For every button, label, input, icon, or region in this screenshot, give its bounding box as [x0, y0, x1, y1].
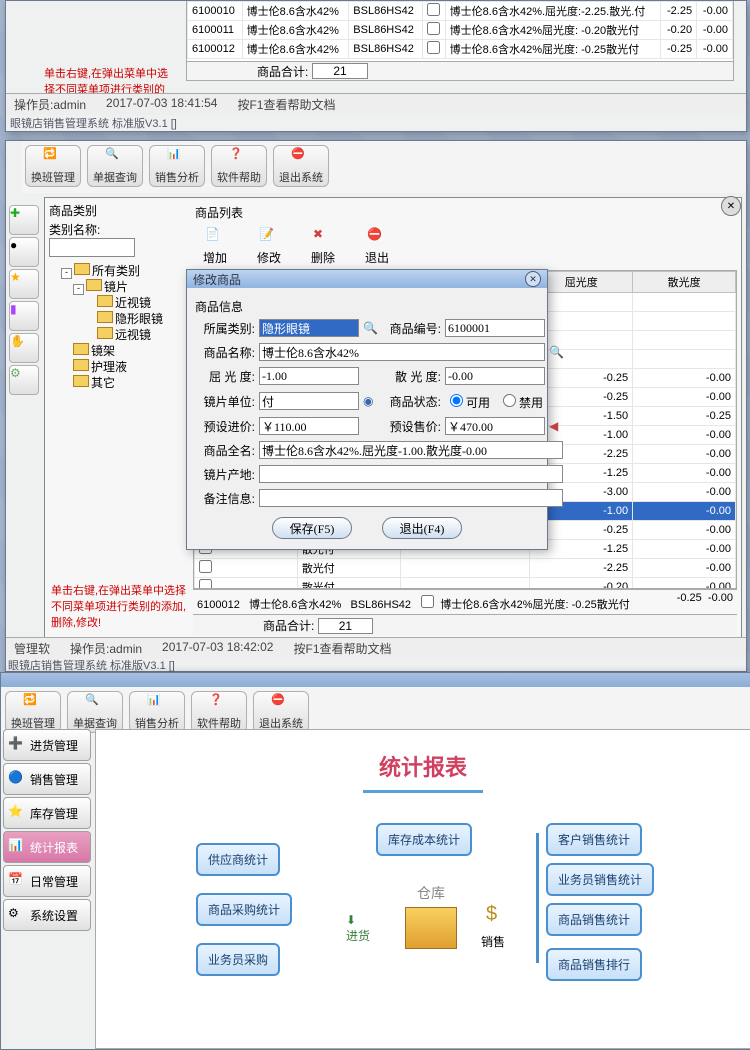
warehouse-icon [405, 907, 457, 949]
origin-field[interactable] [259, 465, 563, 483]
qgd-field[interactable] [259, 367, 359, 385]
out-price-field[interactable] [445, 417, 545, 435]
name-field[interactable] [259, 343, 545, 361]
category-section-title: 商品类别 [49, 202, 189, 219]
status-disabled-radio[interactable]: 禁用 [498, 391, 543, 411]
total-value: 21 [312, 63, 367, 79]
dialog-section: 商品信息 [195, 298, 539, 315]
toolbar-单据查询[interactable]: 🔍单据查询 [67, 691, 123, 733]
toolbar-销售分析[interactable]: 📊销售分析 [129, 691, 185, 733]
category-tree[interactable]: -所有类别 -镜片 近视镜 隐形眼镜 远视镜 镜架 护理液 其它 [49, 263, 189, 391]
sgd-field[interactable] [445, 367, 545, 385]
sidebar-item-库存管理[interactable]: ⭐库存管理 [3, 797, 91, 829]
product-grid-top: 6100010博士伦8.6含水42%BSL86HS42博士伦8.6含水42%.屈… [187, 1, 733, 59]
list-section-title: 商品列表 [193, 202, 737, 223]
sidebar-item-统计报表[interactable]: 📊统计报表 [3, 831, 91, 863]
status-enabled-radio[interactable]: 可用 [445, 391, 490, 411]
staff-sales-button[interactable]: 业务员销售统计 [546, 863, 654, 896]
save-button[interactable]: 保存(F5) [272, 517, 352, 539]
toolbar-软件帮助[interactable]: ❓软件帮助 [211, 145, 267, 187]
code-field[interactable] [445, 319, 545, 337]
tree-hint: 单击右键,在弹出菜单中选择不同菜单项进行类别的添加,删除,修改! [49, 578, 189, 634]
edit-product-dialog: 修改商品 ✕ 商品信息 所属类别: 🔍 商品编号: 商品名称: 🔍 屈 光 度:… [186, 269, 548, 550]
toolbar-退出系统[interactable]: ⛔退出系统 [273, 145, 329, 187]
customer-sales-button[interactable]: 客户销售统计 [546, 823, 642, 856]
table-row[interactable]: 散光付-2.25-0.00 [195, 559, 736, 578]
table-row[interactable]: 6100010博士伦8.6含水42%BSL86HS42博士伦8.6含水42%.屈… [188, 2, 733, 21]
dialog-exit-button[interactable]: 退出(F4) [382, 517, 462, 539]
app-title: 眼镜店销售管理系统 标准版V3.1 [] [10, 115, 177, 131]
supplier-stats-button[interactable]: 供应商统计 [196, 843, 280, 876]
sidebar-item-进货管理[interactable]: ➕进货管理 [3, 729, 91, 761]
toolbar-单据查询[interactable]: 🔍单据查询 [87, 145, 143, 187]
status-bar: 操作员:admin 2017-07-03 18:41:54 按F1查看帮助文档 [6, 93, 746, 115]
bottom-window: 🔁换班管理🔍单据查询📊销售分析❓软件帮助⛔退出系统 ➕进货管理🔵销售管理⭐库存管… [0, 672, 750, 1050]
in-price-field[interactable] [259, 417, 359, 435]
add-button[interactable]: 📄增加 [203, 227, 227, 266]
search-icon[interactable]: 🔍 [363, 321, 377, 335]
category-name-input[interactable] [49, 238, 135, 257]
toolbar-销售分析[interactable]: 📊销售分析 [149, 145, 205, 187]
side-add-icon[interactable]: ✚ [9, 205, 39, 235]
exit-button[interactable]: ⛔退出 [365, 227, 389, 266]
unit-field[interactable] [259, 392, 359, 410]
table-row[interactable]: 6100011博士伦8.6含水42%BSL86HS42博士伦8.6含水42%屈光… [188, 21, 733, 40]
arrow-left-icon[interactable]: ◀ [549, 419, 563, 433]
sidebar-item-销售管理[interactable]: 🔵销售管理 [3, 763, 91, 795]
dialog-close-icon[interactable]: ✕ [525, 271, 541, 287]
dropdown-icon[interactable]: ◉ [363, 394, 377, 408]
purchase-stats-button[interactable]: 商品采购统计 [196, 893, 292, 926]
side-chart-icon[interactable]: ▮ [9, 301, 39, 331]
sidebar-item-系统设置[interactable]: ⚙系统设置 [3, 899, 91, 931]
side-star-icon[interactable]: ★ [9, 269, 39, 299]
toolbar-换班管理[interactable]: 🔁换班管理 [5, 691, 61, 733]
edit-button[interactable]: 📝修改 [257, 227, 281, 266]
category-field[interactable] [259, 319, 359, 337]
side-strip: ✚ ● ★ ▮ ✋ ⚙ 👓 [6, 145, 42, 641]
search-icon[interactable]: 🔍 [549, 345, 563, 359]
fullname-field[interactable] [259, 441, 563, 459]
sidebar-item-日常管理[interactable]: 📅日常管理 [3, 865, 91, 897]
side-gear-icon[interactable]: ⚙ [9, 365, 39, 395]
table-row[interactable]: 6100012博士伦8.6含水42%BSL86HS42博士伦8.6含水42%屈光… [188, 40, 733, 59]
report-title: 统计报表 [96, 750, 750, 782]
toolbar-软件帮助[interactable]: ❓软件帮助 [191, 691, 247, 733]
middle-window: 🔁换班管理🔍单据查询📊销售分析❓软件帮助⛔退出系统 ✚ ● ★ ▮ ✋ ⚙ 👓 … [5, 140, 747, 672]
side-ball-icon[interactable]: ● [9, 237, 39, 267]
top-window: 6100010博士伦8.6含水42%BSL86HS42博士伦8.6含水42%.屈… [5, 0, 747, 132]
table-row[interactable]: 散光付-0.20-0.00 [195, 578, 736, 590]
delete-button[interactable]: ✖删除 [311, 227, 335, 266]
side-hand-icon[interactable]: ✋ [9, 333, 39, 363]
toolbar-退出系统[interactable]: ⛔退出系统 [253, 691, 309, 733]
product-sales-button[interactable]: 商品销售统计 [546, 903, 642, 936]
category-name-label: 类别名称: [49, 223, 100, 237]
remark-field[interactable] [259, 489, 563, 507]
status-time: 2017-07-03 18:41:54 [106, 96, 217, 113]
total-label: 商品合计: [257, 63, 308, 80]
cost-stats-button[interactable]: 库存成本统计 [376, 823, 472, 856]
report-flow-diagram: 供应商统计 商品采购统计 业务员采购 库存成本统计 仓库 ⬇进货 $ 销售 客户… [96, 823, 750, 1043]
dialog-titlebar: 修改商品 ✕ [187, 270, 547, 288]
status-help: 按F1查看帮助文档 [237, 96, 335, 113]
total-row: 商品合计: 21 [186, 61, 734, 81]
list-total-row: 商品合计: 21 [193, 614, 737, 636]
buyer-stats-button[interactable]: 业务员采购 [196, 943, 280, 976]
sales-rank-button[interactable]: 商品销售排行 [546, 948, 642, 981]
